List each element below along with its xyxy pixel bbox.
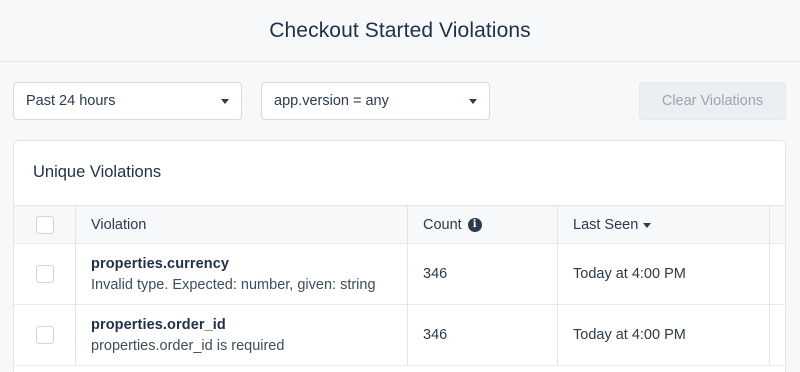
violation-name: properties.currency xyxy=(91,255,230,272)
column-header-violation[interactable]: Violation xyxy=(76,206,408,243)
count-cell: 346 xyxy=(408,244,558,304)
version-filter-select[interactable]: app.version = any xyxy=(261,82,490,120)
time-range-select[interactable]: Past 24 hours xyxy=(13,82,242,120)
scrollbar-track[interactable] xyxy=(770,305,785,365)
table-row[interactable]: properties.currency Invalid type. Expect… xyxy=(14,244,785,305)
violation-last-seen: Today at 4:00 PM xyxy=(573,327,686,343)
violation-name: properties.order_id xyxy=(91,316,226,333)
table-header-row: Violation Count i Last Seen xyxy=(14,206,785,244)
violations-table: Violation Count i Last Seen properties.c… xyxy=(14,205,785,366)
violation-cell: properties.currency Invalid type. Expect… xyxy=(76,244,408,304)
column-header-count-label: Count xyxy=(423,216,462,233)
column-header-last-seen[interactable]: Last Seen xyxy=(558,206,770,243)
row-checkbox[interactable] xyxy=(35,326,54,344)
violation-cell: properties.order_id properties.order_id … xyxy=(76,305,408,365)
count-cell: 346 xyxy=(408,305,558,365)
violation-last-seen: Today at 4:00 PM xyxy=(573,266,686,282)
sort-caret-down-icon[interactable] xyxy=(643,222,652,228)
table-row[interactable]: properties.order_id properties.order_id … xyxy=(14,305,785,366)
row-checkbox-cell xyxy=(14,305,76,365)
chevron-down-icon xyxy=(221,99,229,104)
row-checkbox-cell xyxy=(14,244,76,304)
violation-description: properties.order_id is required xyxy=(91,337,285,354)
info-icon[interactable]: i xyxy=(467,217,482,232)
clear-violations-button[interactable]: Clear Violations xyxy=(639,82,786,120)
unique-violations-card: Unique Violations Violation Count i Last… xyxy=(13,140,786,372)
version-filter-value: app.version = any xyxy=(274,93,389,109)
card-title: Unique Violations xyxy=(33,163,162,181)
page-title: Checkout Started Violations xyxy=(269,18,531,42)
header-checkbox-cell xyxy=(14,206,76,243)
scrollbar-track[interactable] xyxy=(770,244,785,304)
column-header-violation-label: Violation xyxy=(91,216,147,233)
select-all-checkbox[interactable] xyxy=(35,215,54,234)
violation-count: 346 xyxy=(423,327,448,343)
violation-description: Invalid type. Expected: number, given: s… xyxy=(91,276,376,293)
column-header-count[interactable]: Count i xyxy=(408,206,558,243)
violation-count: 346 xyxy=(423,266,448,282)
last-seen-cell: Today at 4:00 PM xyxy=(558,305,770,365)
last-seen-cell: Today at 4:00 PM xyxy=(558,244,770,304)
time-range-value: Past 24 hours xyxy=(26,93,116,109)
column-header-last-seen-label: Last Seen xyxy=(573,216,639,233)
scrollbar-track[interactable] xyxy=(770,206,785,243)
chevron-down-icon xyxy=(469,99,477,104)
page-header: Checkout Started Violations xyxy=(0,0,800,62)
row-checkbox[interactable] xyxy=(35,265,54,283)
